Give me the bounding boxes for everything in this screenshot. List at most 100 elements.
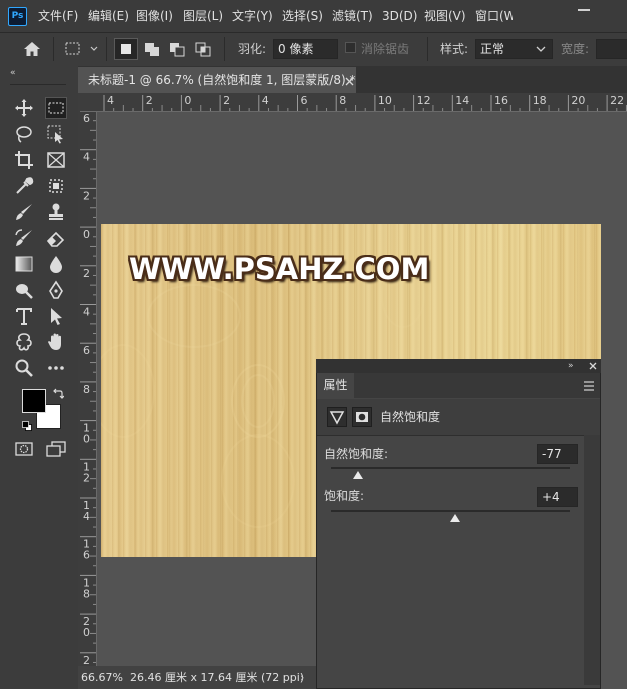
- subtract-from-selection-button[interactable]: [166, 38, 188, 60]
- ruler-label: 2: [83, 267, 90, 280]
- document-tab[interactable]: 未标题-1 @ 66.7% (自然饱和度 1, 图层蒙版/8) *: [78, 67, 356, 93]
- home-icon[interactable]: [22, 40, 42, 58]
- menu-window[interactable]: 窗口(W: [475, 0, 513, 32]
- ruler-label: 6: [301, 94, 308, 107]
- style-select-value: 正常: [480, 42, 505, 56]
- collapse-panel-icon[interactable]: »: [568, 360, 574, 372]
- feather-input[interactable]: 0 像素: [273, 39, 338, 59]
- ruler-label: 0: [184, 94, 191, 107]
- antialias-checkbox[interactable]: [345, 42, 356, 53]
- ruler-label: 4: [83, 510, 90, 523]
- saturation-input[interactable]: +4: [537, 487, 578, 507]
- zoom-level[interactable]: 66.67%: [81, 666, 123, 689]
- saturation-slider-track[interactable]: [331, 510, 570, 512]
- menu-file[interactable]: 文件(F): [38, 0, 78, 32]
- vertical-ruler[interactable]: 6420246810121416182022: [78, 111, 97, 666]
- watermark-text: WWW.PSAHZ.COM: [129, 252, 430, 286]
- ruler-label: 0: [83, 228, 90, 241]
- ruler-origin[interactable]: [78, 93, 96, 111]
- menu-image[interactable]: 图像(I): [136, 0, 173, 32]
- divider: [427, 37, 428, 61]
- type-tool-icon[interactable]: [13, 305, 35, 327]
- adjustment-header: 自然饱和度: [317, 399, 600, 436]
- horizontal-ruler-ticks: 4202468101214161820222426: [103, 94, 627, 111]
- menu-type[interactable]: 文字(Y): [232, 0, 273, 32]
- clone-stamp-tool-icon[interactable]: [45, 201, 67, 223]
- gradient-tool-icon[interactable]: [13, 253, 35, 275]
- style-select[interactable]: 正常: [475, 39, 553, 59]
- pen-tool-icon[interactable]: [45, 279, 67, 301]
- vibrance-input[interactable]: -77: [537, 444, 578, 464]
- move-tool-icon[interactable]: [13, 97, 35, 119]
- properties-tab[interactable]: 属性: [317, 373, 354, 398]
- brush-tool-icon[interactable]: [13, 201, 35, 223]
- ruler-label: 4: [83, 151, 90, 164]
- quick-mask-icon[interactable]: [13, 440, 35, 458]
- menu-3d[interactable]: 3D(D): [382, 0, 417, 32]
- wood-knot: [221, 434, 295, 528]
- dodge-tool-icon[interactable]: [13, 279, 35, 301]
- minimize-icon[interactable]: [578, 9, 590, 11]
- menu-edit[interactable]: 编辑(E): [88, 0, 129, 32]
- properties-panel-header[interactable]: »: [316, 359, 601, 373]
- object-selection-tool-icon[interactable]: [45, 123, 67, 145]
- lasso-tool-icon[interactable]: [13, 123, 35, 145]
- zoom-tool-icon[interactable]: [13, 357, 35, 379]
- content-aware-move-tool-icon[interactable]: [45, 175, 67, 197]
- screen-mode-icon[interactable]: [45, 440, 67, 458]
- rectangular-marquee-tool-icon[interactable]: [45, 97, 67, 119]
- menu-layer[interactable]: 图层(L): [183, 0, 223, 32]
- panel-scroll-track[interactable]: [584, 435, 600, 685]
- close-tab-icon[interactable]: [345, 75, 354, 89]
- menu-bar: Ps 文件(F) 编辑(E) 图像(I) 图层(L) 文字(Y) 选择(S) 滤…: [0, 0, 627, 32]
- crop-tool-icon[interactable]: [13, 149, 35, 171]
- divider: [106, 37, 107, 61]
- status-menu-chevron-icon[interactable]: ›: [300, 666, 304, 689]
- foreground-color-swatch[interactable]: [22, 389, 46, 413]
- feather-label: 羽化:: [238, 42, 267, 56]
- saturation-label: 饱和度:: [324, 489, 365, 503]
- ruler-label: 4: [107, 94, 114, 107]
- history-brush-tool-icon[interactable]: [13, 227, 35, 249]
- menu-filter[interactable]: 滤镜(T): [332, 0, 373, 32]
- ruler-label: 0: [83, 433, 90, 446]
- menu-select[interactable]: 选择(S): [282, 0, 323, 32]
- panel-menu-icon[interactable]: [583, 381, 595, 391]
- ruler-label: 4: [262, 94, 269, 107]
- ruler-label: 8: [83, 587, 90, 600]
- properties-tab-bar: [354, 373, 600, 398]
- ruler-label: 6: [83, 549, 90, 562]
- add-to-selection-button[interactable]: [141, 38, 163, 60]
- ruler-label: 20: [571, 94, 585, 107]
- ruler-label: 6: [83, 344, 90, 357]
- path-selection-tool-icon[interactable]: [45, 305, 67, 327]
- wood-knot: [241, 374, 275, 428]
- intersect-selection-button[interactable]: [192, 38, 214, 60]
- vertical-ruler-ticks: 6420246810121416182022: [80, 111, 96, 666]
- vibrance-slider-track[interactable]: [331, 467, 570, 469]
- saturation-slider-thumb[interactable]: [450, 514, 461, 522]
- custom-shape-tool-icon[interactable]: [13, 331, 35, 353]
- swap-colors-icon[interactable]: [52, 388, 65, 403]
- divider: [53, 37, 54, 61]
- new-selection-button[interactable]: [114, 38, 138, 60]
- close-panel-icon[interactable]: [589, 362, 597, 370]
- photoshop-logo: Ps: [8, 7, 27, 26]
- status-bar: 66.67% 26.46 厘米 x 17.64 厘米 (72 ppi) ›: [78, 666, 316, 689]
- default-colors-icon[interactable]: [22, 420, 32, 434]
- width-input[interactable]: [596, 39, 627, 59]
- ruler-label: 16: [494, 94, 508, 107]
- blur-tool-icon[interactable]: [45, 253, 67, 275]
- eraser-tool-icon[interactable]: [45, 227, 67, 249]
- layer-mask-icon[interactable]: [352, 407, 372, 427]
- collapse-toolbar-icon[interactable]: «: [10, 68, 16, 78]
- hand-tool-icon[interactable]: [45, 331, 67, 353]
- marquee-preset-picker[interactable]: [63, 40, 101, 58]
- eyedropper-tool-icon[interactable]: [13, 175, 35, 197]
- horizontal-ruler[interactable]: 4202468101214161820222426: [96, 93, 627, 112]
- frame-tool-icon[interactable]: [45, 149, 67, 171]
- menu-view[interactable]: 视图(V): [424, 0, 466, 32]
- vibrance-slider-thumb[interactable]: [353, 471, 364, 479]
- more-tools-icon[interactable]: [45, 357, 67, 379]
- ruler-label: 0: [83, 626, 90, 639]
